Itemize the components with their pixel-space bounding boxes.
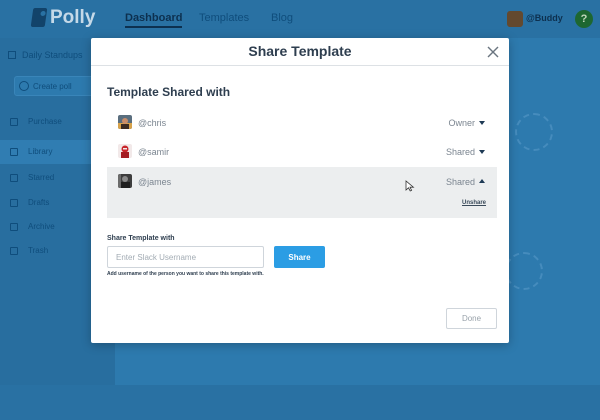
username: @samir <box>138 147 170 157</box>
avatar <box>118 144 132 158</box>
chevron-down-icon[interactable] <box>479 150 485 154</box>
share-input-label: Share Template with <box>107 235 175 242</box>
avatar <box>118 174 132 188</box>
shared-user-row-expanded: @james Shared Unshare <box>107 167 497 218</box>
slack-username-input[interactable] <box>107 246 264 268</box>
role-dropdown[interactable]: Shared <box>433 177 475 187</box>
chevron-up-icon[interactable] <box>479 179 485 183</box>
avatar <box>118 115 132 129</box>
modal-title: Share Template <box>248 43 352 59</box>
role-dropdown[interactable]: Owner <box>433 118 475 128</box>
chevron-down-icon[interactable] <box>479 121 485 125</box>
done-button[interactable]: Done <box>446 308 497 329</box>
shared-user-row: @chris Owner <box>107 108 497 138</box>
modal-header: Share Template <box>91 38 509 66</box>
share-template-modal: Share Template Template Shared with @chr… <box>91 38 509 343</box>
unshare-link[interactable]: Unshare <box>462 200 486 206</box>
mouse-cursor-icon <box>405 179 415 192</box>
close-icon[interactable] <box>485 44 501 60</box>
username: @james <box>138 177 172 187</box>
share-button[interactable]: Share <box>274 246 325 268</box>
section-title: Template Shared with <box>107 85 231 99</box>
shared-user-row: @samir Shared <box>107 137 497 167</box>
role-dropdown[interactable]: Shared <box>433 147 475 157</box>
input-helper-text: Add username of the person you want to s… <box>107 271 264 277</box>
username: @chris <box>138 118 167 128</box>
